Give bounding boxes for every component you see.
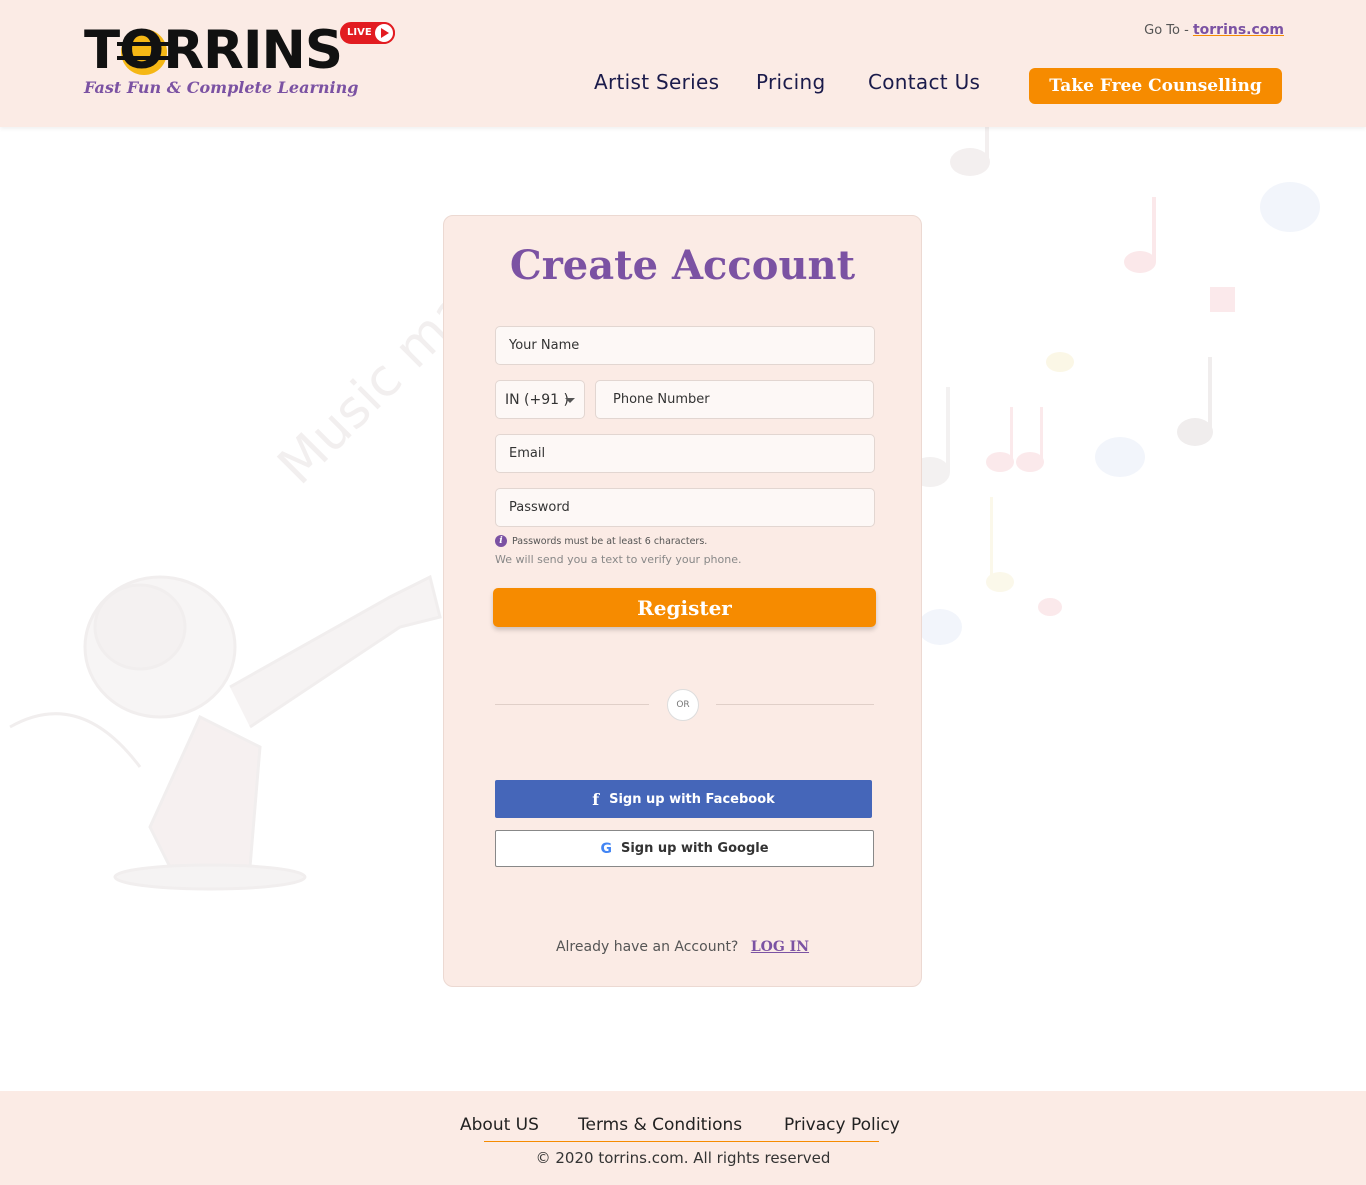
goto-prefix: Go To - xyxy=(1144,23,1189,38)
music-notes-decor xyxy=(910,127,1320,645)
country-code-value: IN (+91 ) xyxy=(505,391,569,408)
or-separator: OR xyxy=(667,689,699,721)
copyright-icon: © xyxy=(535,1149,551,1167)
verify-note: We will send you a text to verify your p… xyxy=(495,553,742,566)
play-icon xyxy=(373,22,395,44)
info-icon: i xyxy=(495,535,507,547)
facebook-icon: f xyxy=(592,789,600,809)
password-hint-text: Passwords must be at least 6 characters. xyxy=(512,535,708,547)
login-link[interactable]: LOG IN xyxy=(751,939,809,955)
divider-left xyxy=(495,704,649,705)
copyright: © 2020 torrins.com. All rights reserved xyxy=(0,1149,1366,1167)
country-code-select[interactable]: IN (+91 ) xyxy=(495,380,585,419)
footer-about-link[interactable]: About US xyxy=(460,1115,539,1135)
divider-right xyxy=(716,704,874,705)
take-free-counselling-button[interactable]: Take Free Counselling xyxy=(1029,68,1282,104)
nav-artist-series[interactable]: Artist Series xyxy=(594,70,719,94)
email-input[interactable]: Email xyxy=(495,434,875,473)
google-icon: G xyxy=(600,840,612,857)
password-input[interactable]: Password xyxy=(495,488,875,527)
site-header: TORRINS Fast Fun & Complete Learning LIV… xyxy=(0,0,1366,127)
torrins-logo[interactable]: TORRINS Fast Fun & Complete Learning LIV… xyxy=(84,22,404,102)
chevron-down-icon xyxy=(565,398,575,403)
phone-input[interactable]: Phone Number xyxy=(595,380,874,419)
copyright-text: 2020 torrins.com. All rights reserved xyxy=(555,1149,831,1167)
footer-privacy-link[interactable]: Privacy Policy xyxy=(784,1115,900,1135)
login-prompt: Already have an Account? xyxy=(555,939,739,955)
facebook-signup-button[interactable]: f Sign up with Facebook xyxy=(495,780,872,818)
password-hint: i Passwords must be at least 6 character… xyxy=(495,535,707,547)
live-badge-label: LIVE xyxy=(347,27,372,38)
register-button[interactable]: Register xyxy=(493,588,876,627)
page-title: Create Account xyxy=(509,242,856,289)
site-footer: About US Terms & Conditions Privacy Poli… xyxy=(0,1091,1366,1185)
live-badge[interactable]: LIVE xyxy=(340,22,395,44)
torrins-com-link[interactable]: torrins.com xyxy=(1193,22,1284,38)
logo-tagline: Fast Fun & Complete Learning xyxy=(84,78,359,97)
nav-pricing[interactable]: Pricing xyxy=(756,70,826,94)
mouse-illustration xyxy=(9,574,442,891)
facebook-signup-label: Sign up with Facebook xyxy=(609,791,775,807)
google-signup-button[interactable]: G Sign up with Google xyxy=(495,830,874,867)
name-input[interactable]: Your Name xyxy=(495,326,875,365)
login-row: Already have an Account? LOG IN xyxy=(444,939,921,955)
create-account-card: Create Account Your Name IN (+91 ) Phone… xyxy=(443,215,922,987)
google-signup-label: Sign up with Google xyxy=(620,841,769,856)
logo-text: TORRINS xyxy=(84,20,343,81)
goto-link-row: Go To - torrins.com xyxy=(1144,22,1284,38)
nav-contact-us[interactable]: Contact Us xyxy=(868,70,980,94)
footer-terms-link[interactable]: Terms & Conditions xyxy=(578,1115,742,1135)
footer-divider xyxy=(484,1141,879,1142)
